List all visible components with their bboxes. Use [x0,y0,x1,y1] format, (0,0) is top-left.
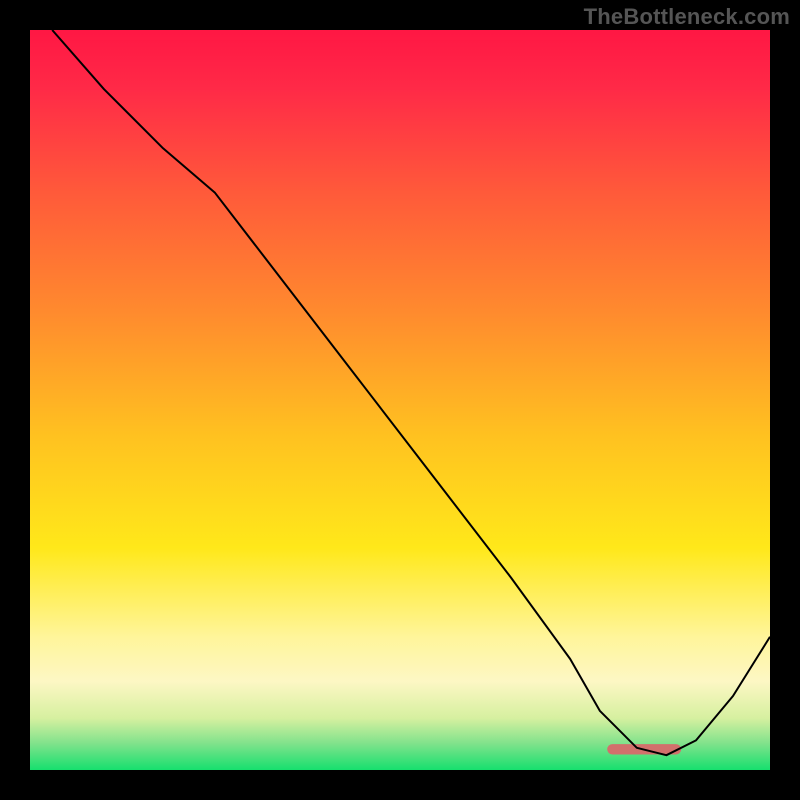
chart-svg [30,30,770,770]
chart-container: TheBottleneck.com [0,0,800,800]
plot-area [30,30,770,770]
gradient-background [30,30,770,770]
watermark-text: TheBottleneck.com [584,4,790,30]
